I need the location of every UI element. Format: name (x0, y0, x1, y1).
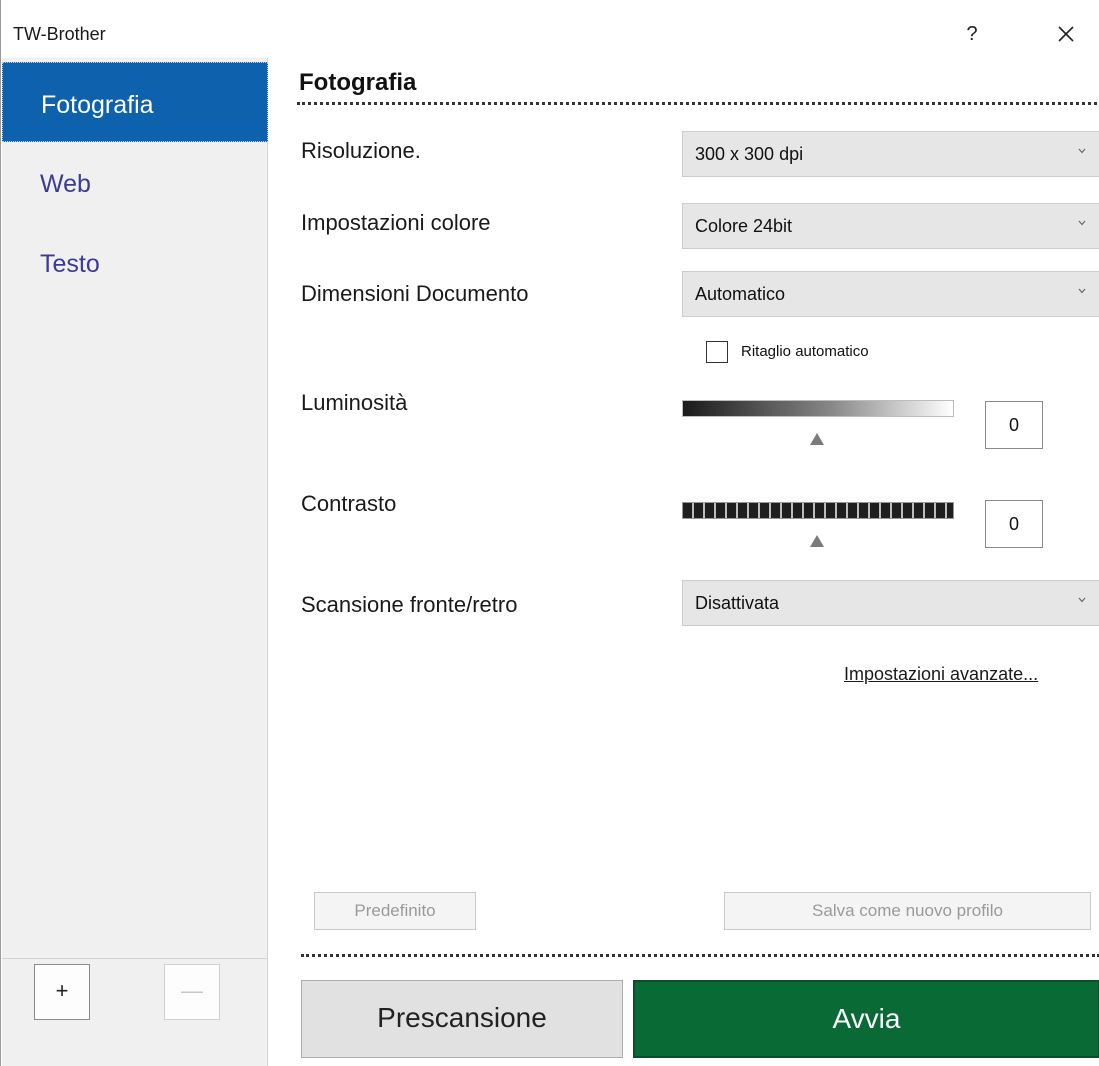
sidebar-item-label: Testo (40, 250, 100, 278)
bottom-divider (301, 954, 1099, 957)
chevron-down-icon (1078, 288, 1086, 294)
advanced-settings-link[interactable]: Impostazioni avanzate... (844, 664, 1038, 685)
save-new-profile-button[interactable]: Salva come nuovo profilo (724, 892, 1091, 930)
document-size-label: Dimensioni Documento (301, 281, 529, 306)
contrast-slider[interactable] (682, 502, 954, 519)
color-label: Impostazioni colore (301, 210, 491, 235)
window-title: TW-Brother (13, 24, 106, 44)
chevron-down-icon (1078, 148, 1086, 154)
sidebar-item-label: Fotografia (41, 91, 154, 119)
profile-sidebar: Fotografia Web Testo + — (2, 58, 268, 1066)
document-size-select[interactable]: Automatico (682, 271, 1099, 317)
sidebar-item-label: Web (40, 170, 91, 198)
chevron-down-icon (1078, 220, 1086, 226)
add-profile-button[interactable]: + (34, 964, 90, 1020)
sidebar-item-testo[interactable]: Testo (2, 222, 268, 302)
contrast-value-field[interactable]: 0 (985, 500, 1043, 548)
resolution-value: 300 x 300 dpi (695, 144, 804, 164)
contrast-label: Contrasto (301, 491, 397, 516)
color-value: Colore 24bit (695, 216, 793, 236)
page-title: Fotografia (299, 69, 417, 96)
resolution-select[interactable]: 300 x 300 dpi (682, 131, 1099, 177)
start-button[interactable]: Avvia (633, 980, 1099, 1058)
remove-profile-button[interactable]: — (164, 964, 220, 1020)
duplex-select[interactable]: Disattivata (682, 580, 1099, 626)
prescan-button[interactable]: Prescansione (301, 980, 623, 1058)
auto-crop-label: Ritaglio automatico (741, 343, 869, 360)
duplex-label: Scansione fronte/retro (301, 592, 518, 617)
title-bar: TW-Brother ? (1, 0, 1099, 58)
default-button[interactable]: Predefinito (314, 892, 476, 930)
contrast-slider-thumb[interactable] (810, 535, 824, 547)
help-button[interactable]: ? (954, 18, 990, 50)
document-size-value: Automatico (695, 284, 786, 304)
close-button[interactable] (1048, 18, 1084, 50)
scanner-dialog: TW-Brother ? Fotografia Web Testo + — Fo… (0, 0, 1099, 1066)
sidebar-item-fotografia[interactable]: Fotografia (2, 62, 268, 142)
color-select[interactable]: Colore 24bit (682, 203, 1099, 249)
auto-crop-checkbox[interactable] (706, 341, 728, 363)
sidebar-divider (2, 958, 268, 959)
brightness-slider[interactable] (682, 400, 954, 417)
title-divider (297, 102, 1097, 105)
brightness-value-field[interactable]: 0 (985, 401, 1043, 449)
brightness-label: Luminosità (301, 390, 408, 415)
resolution-label: Risoluzione. (301, 138, 421, 163)
chevron-down-icon (1078, 597, 1086, 603)
sidebar-item-web[interactable]: Web (2, 142, 268, 222)
duplex-value: Disattivata (695, 593, 780, 613)
close-icon (1058, 26, 1074, 42)
brightness-slider-thumb[interactable] (810, 433, 824, 445)
